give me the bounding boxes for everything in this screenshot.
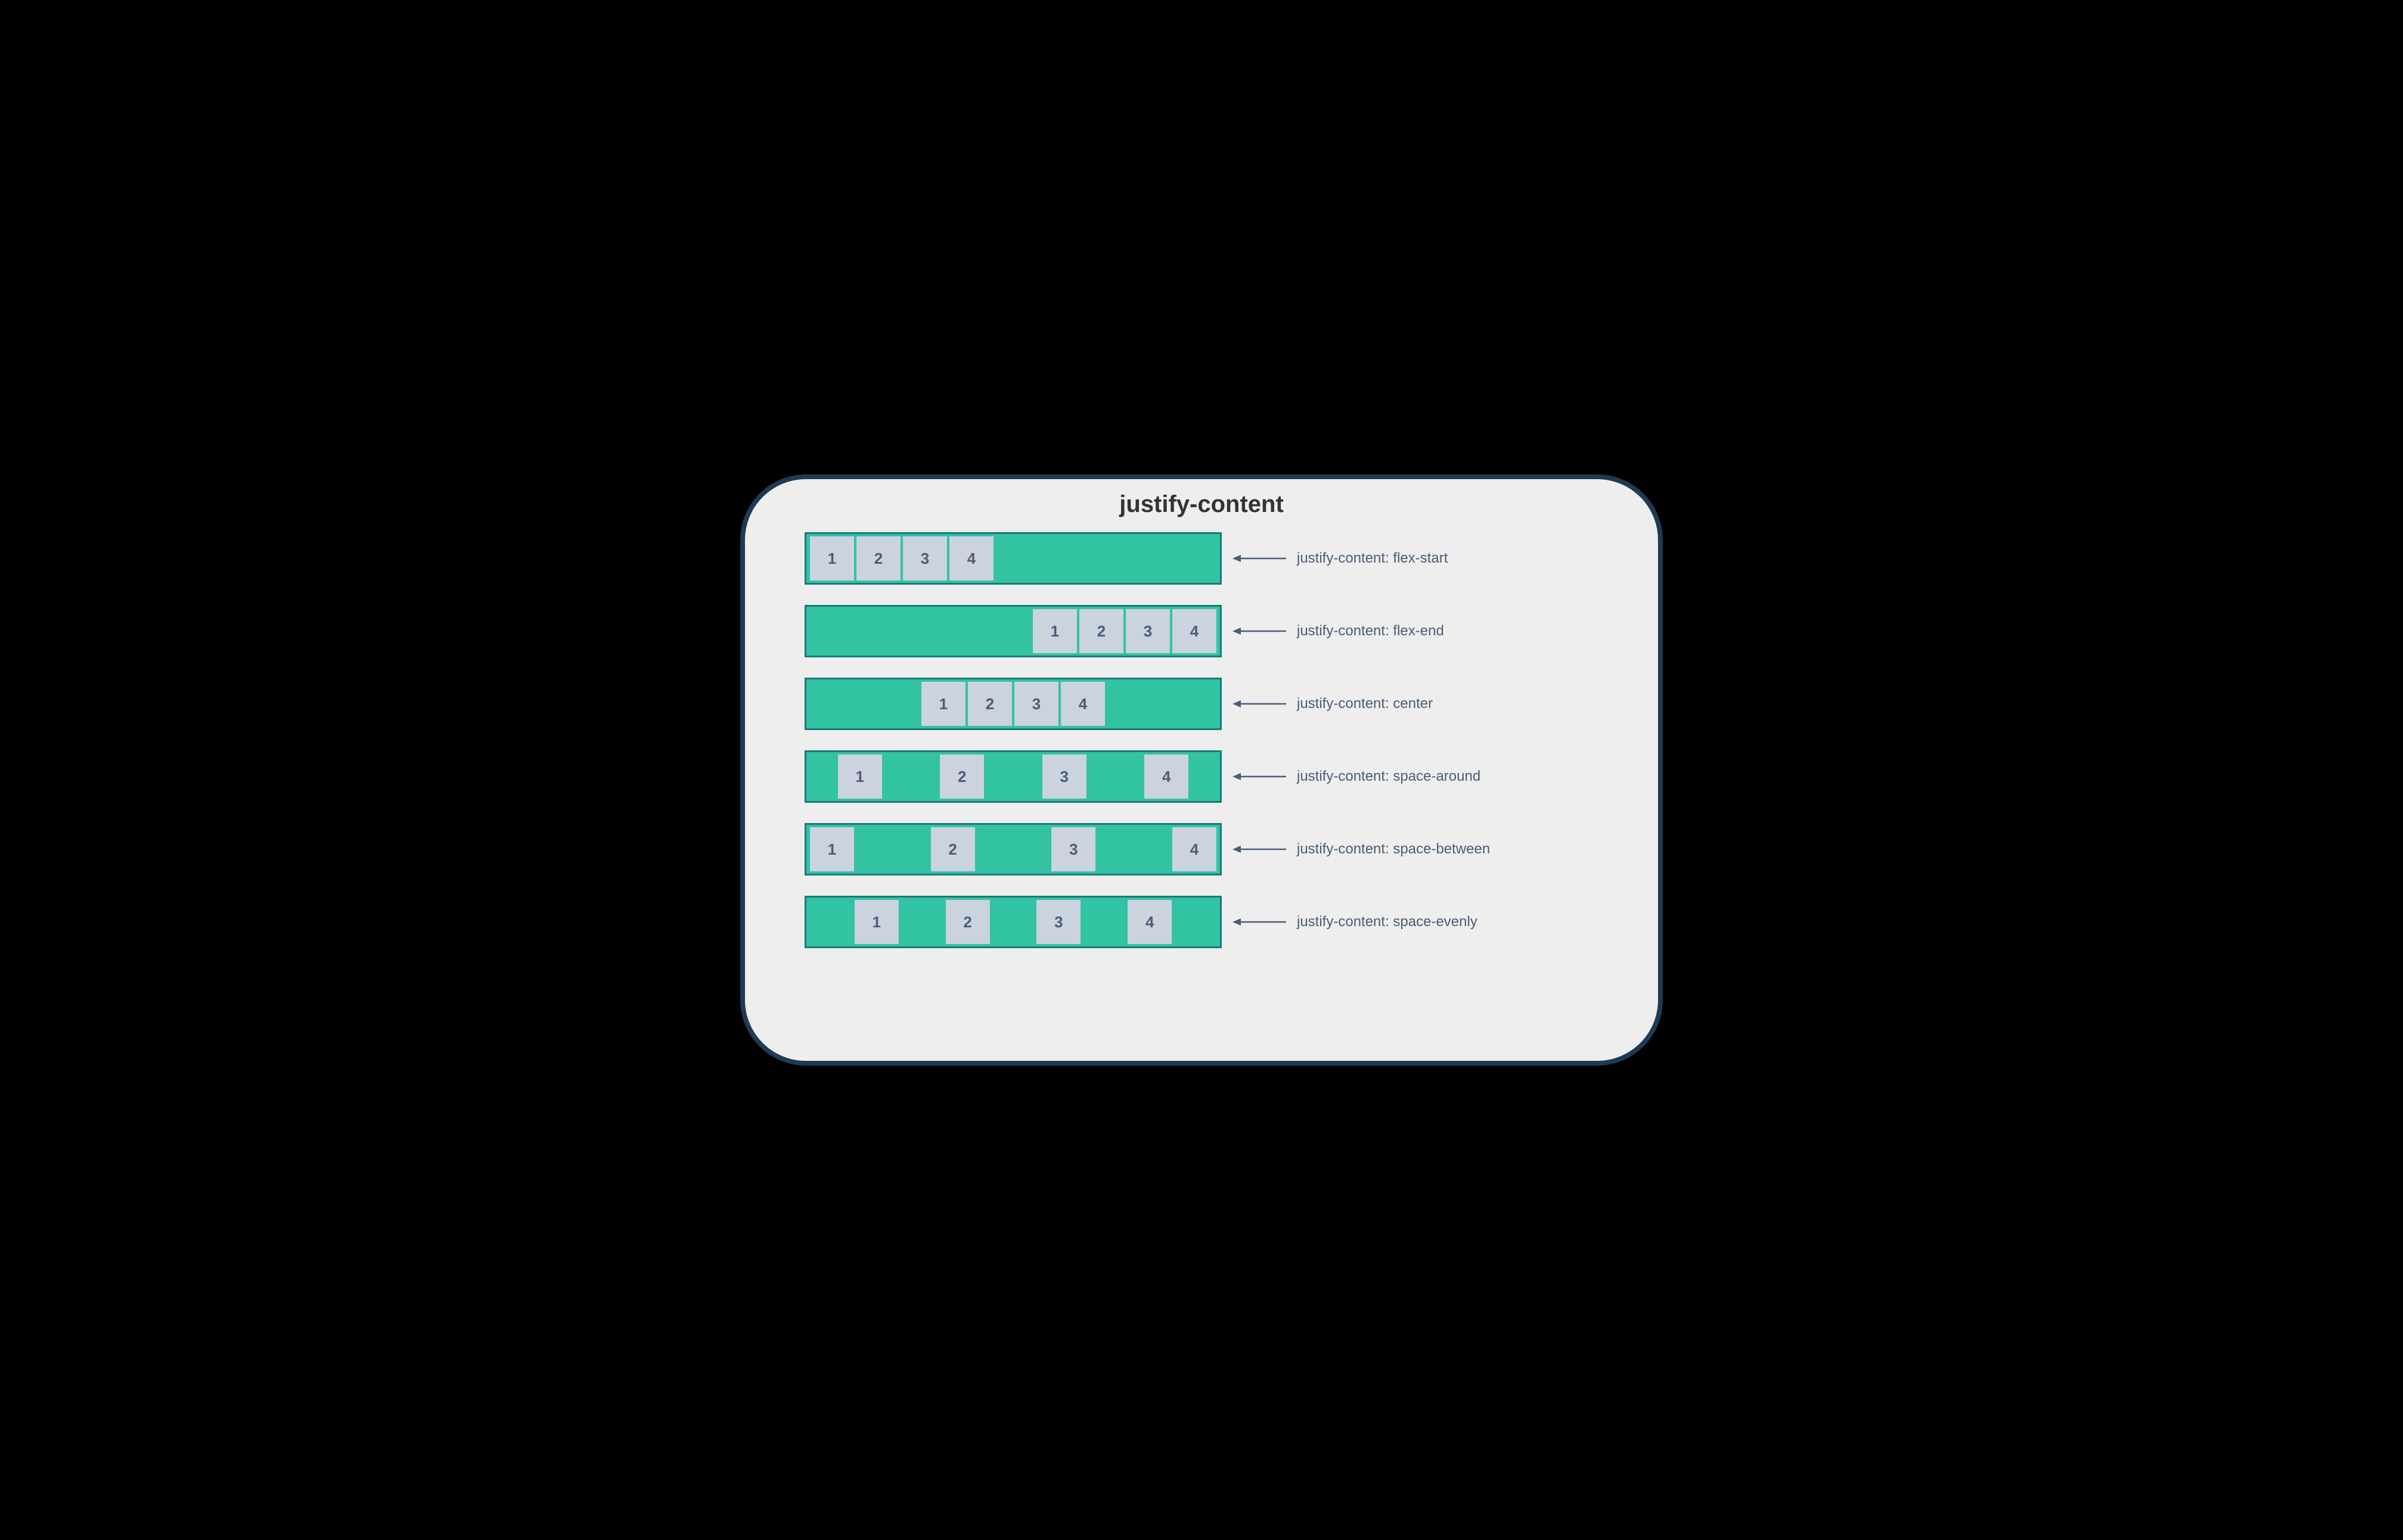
flex-item: 1 bbox=[810, 827, 854, 871]
flex-container-space-evenly: 1 2 3 4 bbox=[805, 896, 1222, 948]
flex-item: 4 bbox=[1061, 682, 1105, 726]
example-row-flex-start: 1 2 3 4 justify-content: flex-start bbox=[805, 532, 1598, 585]
flex-item: 2 bbox=[856, 536, 901, 580]
flex-item: 3 bbox=[1014, 682, 1058, 726]
arrow-left-icon bbox=[1232, 698, 1286, 710]
flex-container-flex-start: 1 2 3 4 bbox=[805, 532, 1222, 585]
flex-item: 1 bbox=[838, 755, 882, 799]
flex-item: 4 bbox=[1172, 827, 1216, 871]
flex-item: 3 bbox=[1042, 755, 1086, 799]
diagram-frame: justify-content 1 2 3 4 justify-content:… bbox=[740, 474, 1663, 1066]
arrow-left-icon bbox=[1232, 625, 1286, 637]
example-label: justify-content: space-between bbox=[1297, 841, 1490, 858]
flex-container-center: 1 2 3 4 bbox=[805, 678, 1222, 730]
flex-item: 1 bbox=[1033, 609, 1077, 653]
arrow-left-icon bbox=[1232, 552, 1286, 564]
example-label: justify-content: center bbox=[1297, 696, 1433, 712]
example-row-space-around: 1 2 3 4 justify-content: space-around bbox=[805, 750, 1598, 803]
example-label: justify-content: flex-start bbox=[1297, 550, 1448, 567]
flex-item: 4 bbox=[1172, 609, 1216, 653]
example-row-flex-end: 1 2 3 4 justify-content: flex-end bbox=[805, 605, 1598, 657]
flex-item: 3 bbox=[1051, 827, 1095, 871]
flex-item: 4 bbox=[1144, 755, 1188, 799]
flex-item: 4 bbox=[1128, 900, 1172, 944]
page-title: justify-content bbox=[805, 491, 1598, 518]
flex-item: 1 bbox=[855, 900, 899, 944]
flex-item: 1 bbox=[810, 536, 854, 580]
flex-item: 2 bbox=[931, 827, 975, 871]
flex-item: 2 bbox=[968, 682, 1012, 726]
flex-item: 3 bbox=[1126, 609, 1170, 653]
flex-container-space-around: 1 2 3 4 bbox=[805, 750, 1222, 803]
example-row-space-between: 1 2 3 4 justify-content: space-between bbox=[805, 823, 1598, 875]
example-row-space-evenly: 1 2 3 4 justify-content: space-evenly bbox=[805, 896, 1598, 948]
flex-item: 2 bbox=[946, 900, 990, 944]
example-label: justify-content: space-evenly bbox=[1297, 914, 1477, 930]
flex-item: 3 bbox=[903, 536, 947, 580]
arrow-left-icon bbox=[1232, 843, 1286, 855]
diagram-panel: justify-content 1 2 3 4 justify-content:… bbox=[745, 479, 1658, 1061]
flex-item: 3 bbox=[1036, 900, 1081, 944]
flex-item: 4 bbox=[949, 536, 994, 580]
flex-item: 2 bbox=[940, 755, 984, 799]
example-row-center: 1 2 3 4 justify-content: center bbox=[805, 678, 1598, 730]
example-label: justify-content: flex-end bbox=[1297, 623, 1444, 639]
examples-list: 1 2 3 4 justify-content: flex-start 1 2 … bbox=[805, 532, 1598, 948]
example-label: justify-content: space-around bbox=[1297, 768, 1480, 785]
flex-item: 2 bbox=[1079, 609, 1123, 653]
arrow-left-icon bbox=[1232, 771, 1286, 783]
arrow-left-icon bbox=[1232, 916, 1286, 928]
flex-container-flex-end: 1 2 3 4 bbox=[805, 605, 1222, 657]
flex-container-space-between: 1 2 3 4 bbox=[805, 823, 1222, 875]
flex-item: 1 bbox=[921, 682, 965, 726]
